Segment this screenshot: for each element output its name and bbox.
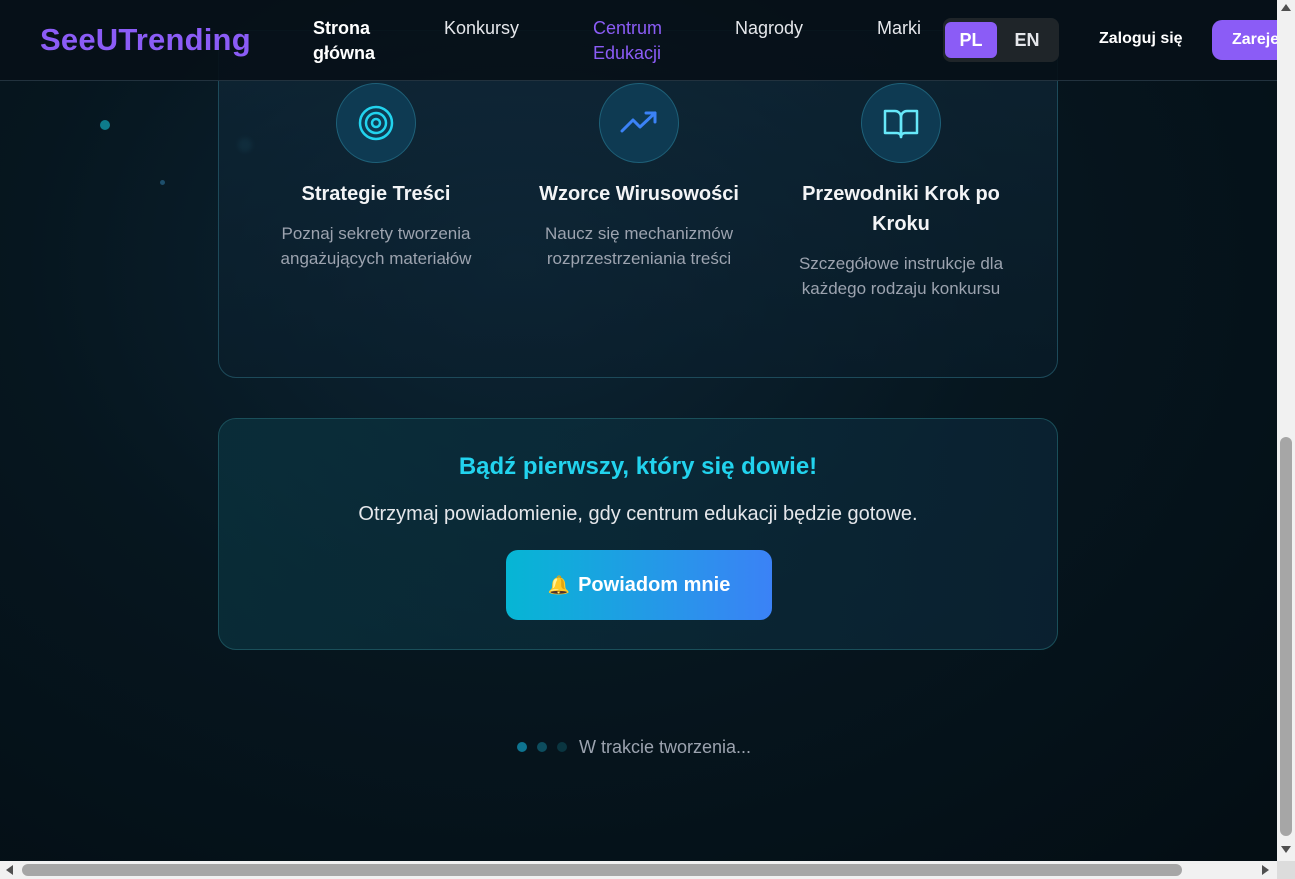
top-navbar: SeeUTrending Strona główna Konkursy Cent…	[0, 0, 1277, 81]
book-open-icon	[861, 83, 941, 163]
vertical-scrollbar-thumb[interactable]	[1280, 437, 1292, 836]
register-button[interactable]: Zarejestruj się	[1212, 20, 1277, 60]
bell-icon: 🔔	[547, 575, 571, 595]
loading-dot	[517, 742, 527, 752]
scroll-left-arrow-icon[interactable]	[6, 865, 13, 875]
nav-home[interactable]: Strona główna	[313, 16, 413, 66]
feature-description: Naucz się mechanizmów rozprzestrzeniania…	[544, 224, 733, 268]
feature-description: Poznaj sekrety tworzenia angażujących ma…	[280, 224, 472, 268]
notify-me-button[interactable]: 🔔 Powiadom mnie	[506, 550, 772, 620]
loading-dot	[557, 742, 567, 752]
feature-title: Wzorce Wirusowości	[539, 183, 739, 205]
feature-description: Szczegółowe instrukcje dla każdego rodza…	[798, 254, 1004, 298]
loading-dot	[537, 742, 547, 752]
notify-text: Otrzymaj powiadomienie, gdy centrum eduk…	[358, 503, 918, 525]
scroll-up-arrow-icon[interactable]	[1281, 4, 1291, 11]
trending-up-icon	[599, 83, 679, 163]
status-text: W trakcie tworzenia...	[579, 736, 752, 757]
nav-education-center[interactable]: Centrum Edukacji	[593, 16, 693, 66]
feature-step-guides: Przewodniki Krok po Kroku Szczegółowe in…	[771, 83, 1031, 301]
feature-title: Strategie Treści	[301, 183, 451, 205]
scroll-down-arrow-icon[interactable]	[1281, 846, 1291, 853]
feature-title: Przewodniki Krok po Kroku	[802, 183, 1000, 235]
decorative-dot	[100, 120, 110, 130]
progress-indicator: W trakcie tworzenia...	[517, 736, 751, 758]
login-button[interactable]: Zaloguj się	[1099, 30, 1183, 48]
features-card: Strategie Treści Poznaj sekrety tworzeni…	[218, 30, 1058, 378]
notify-title: Bądź pierwszy, który się dowie!	[458, 453, 818, 480]
nav-rewards[interactable]: Nagrody	[735, 16, 835, 41]
nav-contests[interactable]: Konkursy	[444, 16, 544, 41]
feature-content-strategies: Strategie Treści Poznaj sekrety tworzeni…	[246, 83, 506, 271]
notify-card: Bądź pierwszy, który się dowie! Otrzymaj…	[218, 418, 1058, 650]
target-icon	[336, 83, 416, 163]
scroll-right-arrow-icon[interactable]	[1262, 865, 1269, 875]
notify-button-label: Powiadom mnie	[578, 574, 731, 596]
lang-pl-button[interactable]: PL	[945, 22, 997, 58]
horizontal-scrollbar-thumb[interactable]	[22, 864, 1182, 876]
feature-viral-patterns: Wzorce Wirusowości Naucz się mechanizmów…	[509, 83, 769, 271]
language-switch: PL EN	[943, 18, 1059, 62]
scrollbar-corner	[1277, 861, 1295, 879]
page-viewport: Strategie Treści Poznaj sekrety tworzeni…	[0, 0, 1277, 861]
decorative-dot	[160, 180, 165, 185]
logo[interactable]: SeeUTrending	[40, 22, 251, 58]
lang-en-button[interactable]: EN	[1001, 22, 1053, 58]
